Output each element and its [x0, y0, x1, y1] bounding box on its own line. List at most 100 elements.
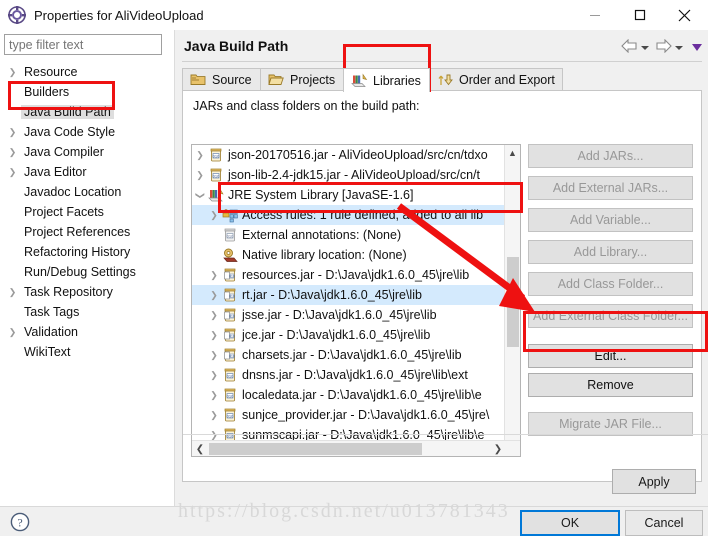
build-path-row[interactable]: ❯ 010 json-lib-2.4-jdk15.jar - AliVideoUpl… — [192, 165, 504, 185]
add-jars-button: Add JARs... — [528, 144, 693, 168]
svg-text:010: 010 — [229, 274, 235, 278]
build-path-row[interactable]: ❯ Access rules: 1 rule defined, added to … — [192, 205, 504, 225]
tab-source[interactable]: Source — [182, 68, 261, 91]
chevron-right-icon[interactable]: ❯ — [206, 330, 222, 341]
build-path-row[interactable]: ❯ 010 localedata.jar - D:\Java\jdk1.6.0_45… — [192, 385, 504, 405]
svg-text:010: 010 — [227, 373, 234, 378]
sidebar-item-java-code-style[interactable]: ❯ Java Code Style — [0, 122, 175, 142]
build-path-row-label: Native library location: (None) — [242, 248, 407, 262]
watermark-text: https://blog.csdn.net/u013781343 — [178, 500, 510, 522]
build-path-row[interactable]: ❯ 010 resources.jar - D:\Java\jdk1.6.0_45\… — [192, 265, 504, 285]
forward-history-chevron-down-icon[interactable] — [675, 45, 683, 50]
sidebar-item-label: Validation — [24, 325, 78, 339]
maximize-button[interactable] — [617, 0, 662, 30]
sidebar-item-label: WikiText — [24, 345, 71, 359]
chevron-right-icon[interactable]: ❯ — [206, 370, 222, 381]
chevron-right-icon[interactable]: ❯ — [206, 270, 222, 281]
chevron-right-icon[interactable]: ❯ — [206, 430, 222, 441]
sidebar-item-wikitext[interactable]: WikiText — [0, 342, 175, 362]
chevron-right-icon[interactable]: ❯ — [192, 170, 208, 181]
svg-text:010: 010 — [229, 334, 235, 338]
horizontal-scrollbar-thumb[interactable] — [209, 443, 422, 455]
chevron-right-icon[interactable]: ❯ — [192, 150, 208, 161]
build-path-row-label: sunjce_provider.jar - D:\Java\jdk1.6.0_4… — [242, 408, 490, 422]
sidebar-item-run-debug-settings[interactable]: Run/Debug Settings — [0, 262, 175, 282]
jar-icon: 010 — [222, 407, 239, 423]
sidebar-item-java-compiler[interactable]: ❯ Java Compiler — [0, 142, 175, 162]
filter-input[interactable] — [4, 34, 162, 55]
build-path-row[interactable]: 010 External annotations: (None) — [192, 225, 504, 245]
build-path-row[interactable]: ❯ JRE System Library [JavaSE-1.6] — [192, 185, 504, 205]
sidebar-item-javadoc-location[interactable]: Javadoc Location — [0, 182, 175, 202]
chevron-right-icon[interactable]: ❯ — [4, 282, 21, 302]
build-path-row-label: JRE System Library [JavaSE-1.6] — [228, 188, 414, 202]
sidebar-item-java-build-path[interactable]: Java Build Path — [0, 102, 175, 122]
build-path-row[interactable]: ❯ 010 rt.jar - D:\Java\jdk1.6.0_45\jre\lib — [192, 285, 504, 305]
sidebar-item-label: Java Build Path — [21, 105, 114, 119]
build-path-row[interactable]: ❯ 010 jce.jar - D:\Java\jdk1.6.0_45\jre\li… — [192, 325, 504, 345]
chevron-right-icon[interactable]: ❯ — [4, 122, 21, 142]
sidebar-item-project-references[interactable]: Project References — [0, 222, 175, 242]
minimize-button[interactable] — [572, 0, 617, 30]
forward-arrow-icon[interactable] — [655, 38, 672, 56]
build-path-list[interactable]: ❯ 010 json-20170516.jar - AliVideoUpload/s… — [191, 144, 521, 457]
build-path-row[interactable]: ❯ 010 sunjce_provider.jar - D:\Java\jdk1.6… — [192, 405, 504, 425]
remove-button[interactable]: Remove — [528, 373, 693, 397]
eclipse-properties-icon — [8, 6, 26, 24]
vertical-scrollbar-thumb[interactable] — [507, 257, 519, 347]
chevron-down-icon[interactable]: ❯ — [195, 187, 206, 203]
sidebar-item-task-tags[interactable]: Task Tags — [0, 302, 175, 322]
close-button[interactable] — [662, 0, 707, 30]
back-arrow-icon[interactable] — [621, 38, 638, 56]
chevron-right-icon[interactable]: ❯ — [4, 162, 21, 182]
sidebar-item-label: Task Tags — [24, 305, 80, 319]
tab-libraries[interactable]: Libraries — [343, 68, 430, 92]
build-path-row[interactable]: Native library location: (None) — [192, 245, 504, 265]
chevron-right-icon[interactable]: ❯ — [206, 410, 222, 421]
scroll-left-button[interactable]: ❮ — [192, 441, 208, 456]
sidebar-item-project-facets[interactable]: Project Facets — [0, 202, 175, 222]
tab-projects[interactable]: Projects — [260, 68, 344, 91]
build-path-row[interactable]: ❯ 010 json-20170516.jar - AliVideoUpload/s… — [192, 145, 504, 165]
libraries-tab-panel: JARs and class folders on the build path… — [182, 90, 708, 482]
access-rules-icon — [222, 207, 239, 223]
sidebar-item-task-repository[interactable]: ❯ Task Repository — [0, 282, 175, 302]
chevron-right-icon[interactable]: ❯ — [206, 310, 222, 321]
build-path-row[interactable]: ❯ 010 jsse.jar - D:\Java\jdk1.6.0_45\jre\l… — [192, 305, 504, 325]
scroll-up-button[interactable]: ▲ — [505, 145, 520, 161]
scroll-right-button[interactable]: ❯ — [490, 441, 506, 456]
tab-label: Projects — [290, 73, 336, 87]
sidebar-item-validation[interactable]: ❯ Validation — [0, 322, 175, 342]
jar-src-icon: 010 — [222, 307, 239, 323]
window-titlebar: Properties for AliVideoUpload — [0, 0, 708, 30]
sidebar-item-builders[interactable]: Builders — [0, 82, 175, 102]
chevron-right-icon[interactable]: ❯ — [206, 390, 222, 401]
svg-text:010: 010 — [227, 393, 234, 398]
apply-button[interactable]: Apply — [612, 469, 696, 494]
build-path-row-label: resources.jar - D:\Java\jdk1.6.0_45\jre\… — [242, 268, 470, 282]
chevron-right-icon[interactable]: ❯ — [4, 322, 21, 342]
tab-label: Source — [212, 73, 252, 87]
sidebar-item-resource[interactable]: ❯ Resource — [0, 62, 175, 82]
edit-button[interactable]: Edit... — [528, 344, 693, 368]
purple-triangle-icon[interactable] — [692, 44, 702, 51]
sidebar-item-refactoring-history[interactable]: Refactoring History — [0, 242, 175, 262]
build-path-row-label: rt.jar - D:\Java\jdk1.6.0_45\jre\lib — [242, 288, 422, 302]
svg-text:010: 010 — [229, 314, 235, 318]
sidebar-item-java-editor[interactable]: ❯ Java Editor — [0, 162, 175, 182]
chevron-right-icon[interactable]: ❯ — [4, 62, 21, 82]
build-path-row-label: jce.jar - D:\Java\jdk1.6.0_45\jre\lib — [242, 328, 431, 342]
help-question-icon[interactable]: ? — [10, 512, 30, 532]
vertical-scrollbar[interactable]: ▲ ▼ — [504, 145, 520, 456]
chevron-right-icon[interactable]: ❯ — [206, 210, 222, 221]
chevron-right-icon[interactable]: ❯ — [206, 290, 222, 301]
build-path-row[interactable]: ❯ 010 dnsns.jar - D:\Java\jdk1.6.0_45\jre\… — [192, 365, 504, 385]
annotations-icon: 010 — [222, 227, 239, 243]
horizontal-scrollbar[interactable]: ❮ ❯ — [192, 440, 520, 456]
chevron-right-icon[interactable]: ❯ — [206, 350, 222, 361]
build-path-row-label: External annotations: (None) — [242, 228, 402, 242]
chevron-right-icon[interactable]: ❯ — [4, 142, 21, 162]
tab-order-and-export[interactable]: Order and Export — [429, 68, 563, 91]
build-path-row[interactable]: ❯ 010 charsets.jar - D:\Java\jdk1.6.0_45\j… — [192, 345, 504, 365]
back-history-chevron-down-icon[interactable] — [641, 45, 649, 50]
